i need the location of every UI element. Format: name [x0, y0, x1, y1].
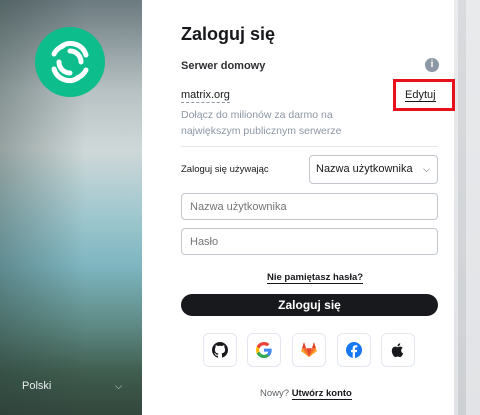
sso-gitlab-button[interactable]	[292, 333, 326, 367]
chevron-down-icon: ⌵	[115, 380, 122, 391]
login-using-label: Zaloguj się używając	[181, 164, 269, 175]
forgot-password-link[interactable]: Nie pamiętasz hasła?	[267, 272, 364, 284]
language-label: Polski	[22, 380, 52, 392]
github-icon	[212, 342, 228, 358]
background-panel: Polski ⌵	[0, 0, 142, 415]
gitlab-icon	[301, 342, 317, 358]
create-account-link[interactable]: Utwórz konto	[291, 388, 352, 400]
server-heading: Serwer domowy	[181, 60, 266, 72]
server-name: matrix.org	[181, 89, 230, 103]
element-logo-icon	[51, 40, 89, 84]
sso-facebook-button[interactable]	[337, 333, 371, 367]
username-input[interactable]	[181, 193, 438, 220]
language-selector[interactable]: Polski ⌵	[22, 380, 122, 392]
sso-apple-button[interactable]	[381, 333, 415, 367]
divider	[181, 146, 438, 147]
password-input[interactable]	[181, 228, 438, 255]
signup-row: Nowy? Utwórz konto	[260, 388, 352, 400]
window-edge	[454, 0, 480, 415]
google-icon	[256, 342, 272, 358]
edit-server-link[interactable]: Edytuj	[405, 89, 436, 102]
facebook-icon	[346, 342, 362, 358]
login-button[interactable]: Zaloguj się	[181, 294, 438, 316]
info-icon[interactable]: i	[425, 58, 439, 72]
login-method-select[interactable]: Nazwa użytkownika ⌵	[309, 155, 438, 184]
server-description: Dołącz do milionów za darmo na największ…	[181, 109, 342, 137]
login-method-value: Nazwa użytkownika	[316, 163, 413, 175]
chevron-down-icon: ⌵	[423, 164, 430, 174]
page-title: Zaloguj się	[181, 24, 276, 44]
sso-github-button[interactable]	[203, 333, 237, 367]
sso-google-button[interactable]	[247, 333, 281, 367]
signup-prompt: Nowy?	[260, 388, 290, 399]
element-logo	[35, 27, 105, 97]
apple-icon	[391, 343, 404, 358]
